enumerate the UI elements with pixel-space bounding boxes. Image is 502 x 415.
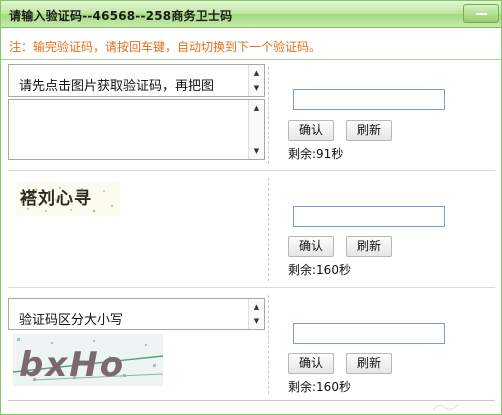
remaining-time-2: 剩余:160秒 [288, 263, 351, 277]
scrollbar[interactable]: ▲ ▼ [248, 100, 264, 159]
scroll-down-icon[interactable]: ▼ [249, 80, 264, 96]
confirm-button-1[interactable]: 确认 [288, 120, 334, 141]
captcha-input-1[interactable] [293, 89, 445, 110]
refresh-button-3[interactable]: 刷新 [346, 353, 392, 374]
captcha-image-2[interactable]: 褡刘心寻 [16, 182, 120, 216]
notice-bar: 注：输完验证码，请按回车键，自动切换到下一个验证码。 [1, 29, 501, 60]
remaining-time-3: 剩余:160秒 [288, 380, 351, 394]
notice-text: 注：输完验证码，请按回车键，自动切换到下一个验证码。 [9, 40, 322, 54]
divider [268, 67, 269, 164]
captcha-row-1: 请先点击图片获取验证码，再把图 ▲ ▼ ▲ ▼ 确认 刷新 剩余:91秒 [8, 61, 495, 171]
captcha-image-area-1[interactable]: ▲ ▼ [8, 99, 265, 160]
scrollbar[interactable]: ▲ ▼ [248, 299, 264, 329]
refresh-button-1[interactable]: 刷新 [346, 120, 392, 141]
captcha-text-3: 验证码区分大小写 [19, 313, 124, 328]
captcha-image-3[interactable]: bxHo [13, 334, 163, 386]
scroll-down-icon[interactable]: ▼ [249, 143, 264, 159]
confirm-button-2[interactable]: 确认 [288, 236, 334, 257]
captcha-row-3: 验证码区分大小写 ▲ ▼ bxHo 确认 刷新 剩余:160秒 [8, 289, 495, 401]
divider [268, 295, 269, 394]
resize-grip-icon [432, 403, 460, 411]
scrollbar[interactable]: ▲ ▼ [248, 65, 264, 96]
divider [268, 178, 269, 281]
scroll-up-icon[interactable]: ▲ [249, 100, 264, 116]
captcha-text-area-1[interactable]: 请先点击图片获取验证码，再把图 ▲ ▼ [8, 64, 265, 97]
scroll-down-icon[interactable]: ▼ [249, 313, 264, 329]
captcha-text-area-3[interactable]: 验证码区分大小写 ▲ ▼ [8, 298, 265, 330]
captcha-image-text-3: bxHo [19, 345, 125, 385]
captcha-text-1: 请先点击图片获取验证码，再把图 [19, 79, 215, 94]
captcha-image-text-2: 褡刘心寻 [20, 188, 92, 209]
captcha-row-2: 褡刘心寻 确认 刷新 剩余:160秒 [8, 172, 495, 288]
captcha-input-3[interactable] [293, 323, 445, 344]
minimize-button[interactable] [463, 4, 499, 23]
title-bar: 请输入验证码--46568--258商务卫士码 [1, 1, 501, 28]
confirm-button-3[interactable]: 确认 [288, 353, 334, 374]
scroll-up-icon[interactable]: ▲ [249, 65, 264, 81]
captcha-input-2[interactable] [293, 206, 445, 227]
remaining-time-1: 剩余:91秒 [288, 147, 344, 161]
minimize-icon [476, 13, 487, 15]
window-title: 请输入验证码--46568--258商务卫士码 [9, 9, 233, 23]
captcha-window: 请输入验证码--46568--258商务卫士码 注：输完验证码，请按回车键，自动… [0, 0, 502, 415]
refresh-button-2[interactable]: 刷新 [346, 236, 392, 257]
